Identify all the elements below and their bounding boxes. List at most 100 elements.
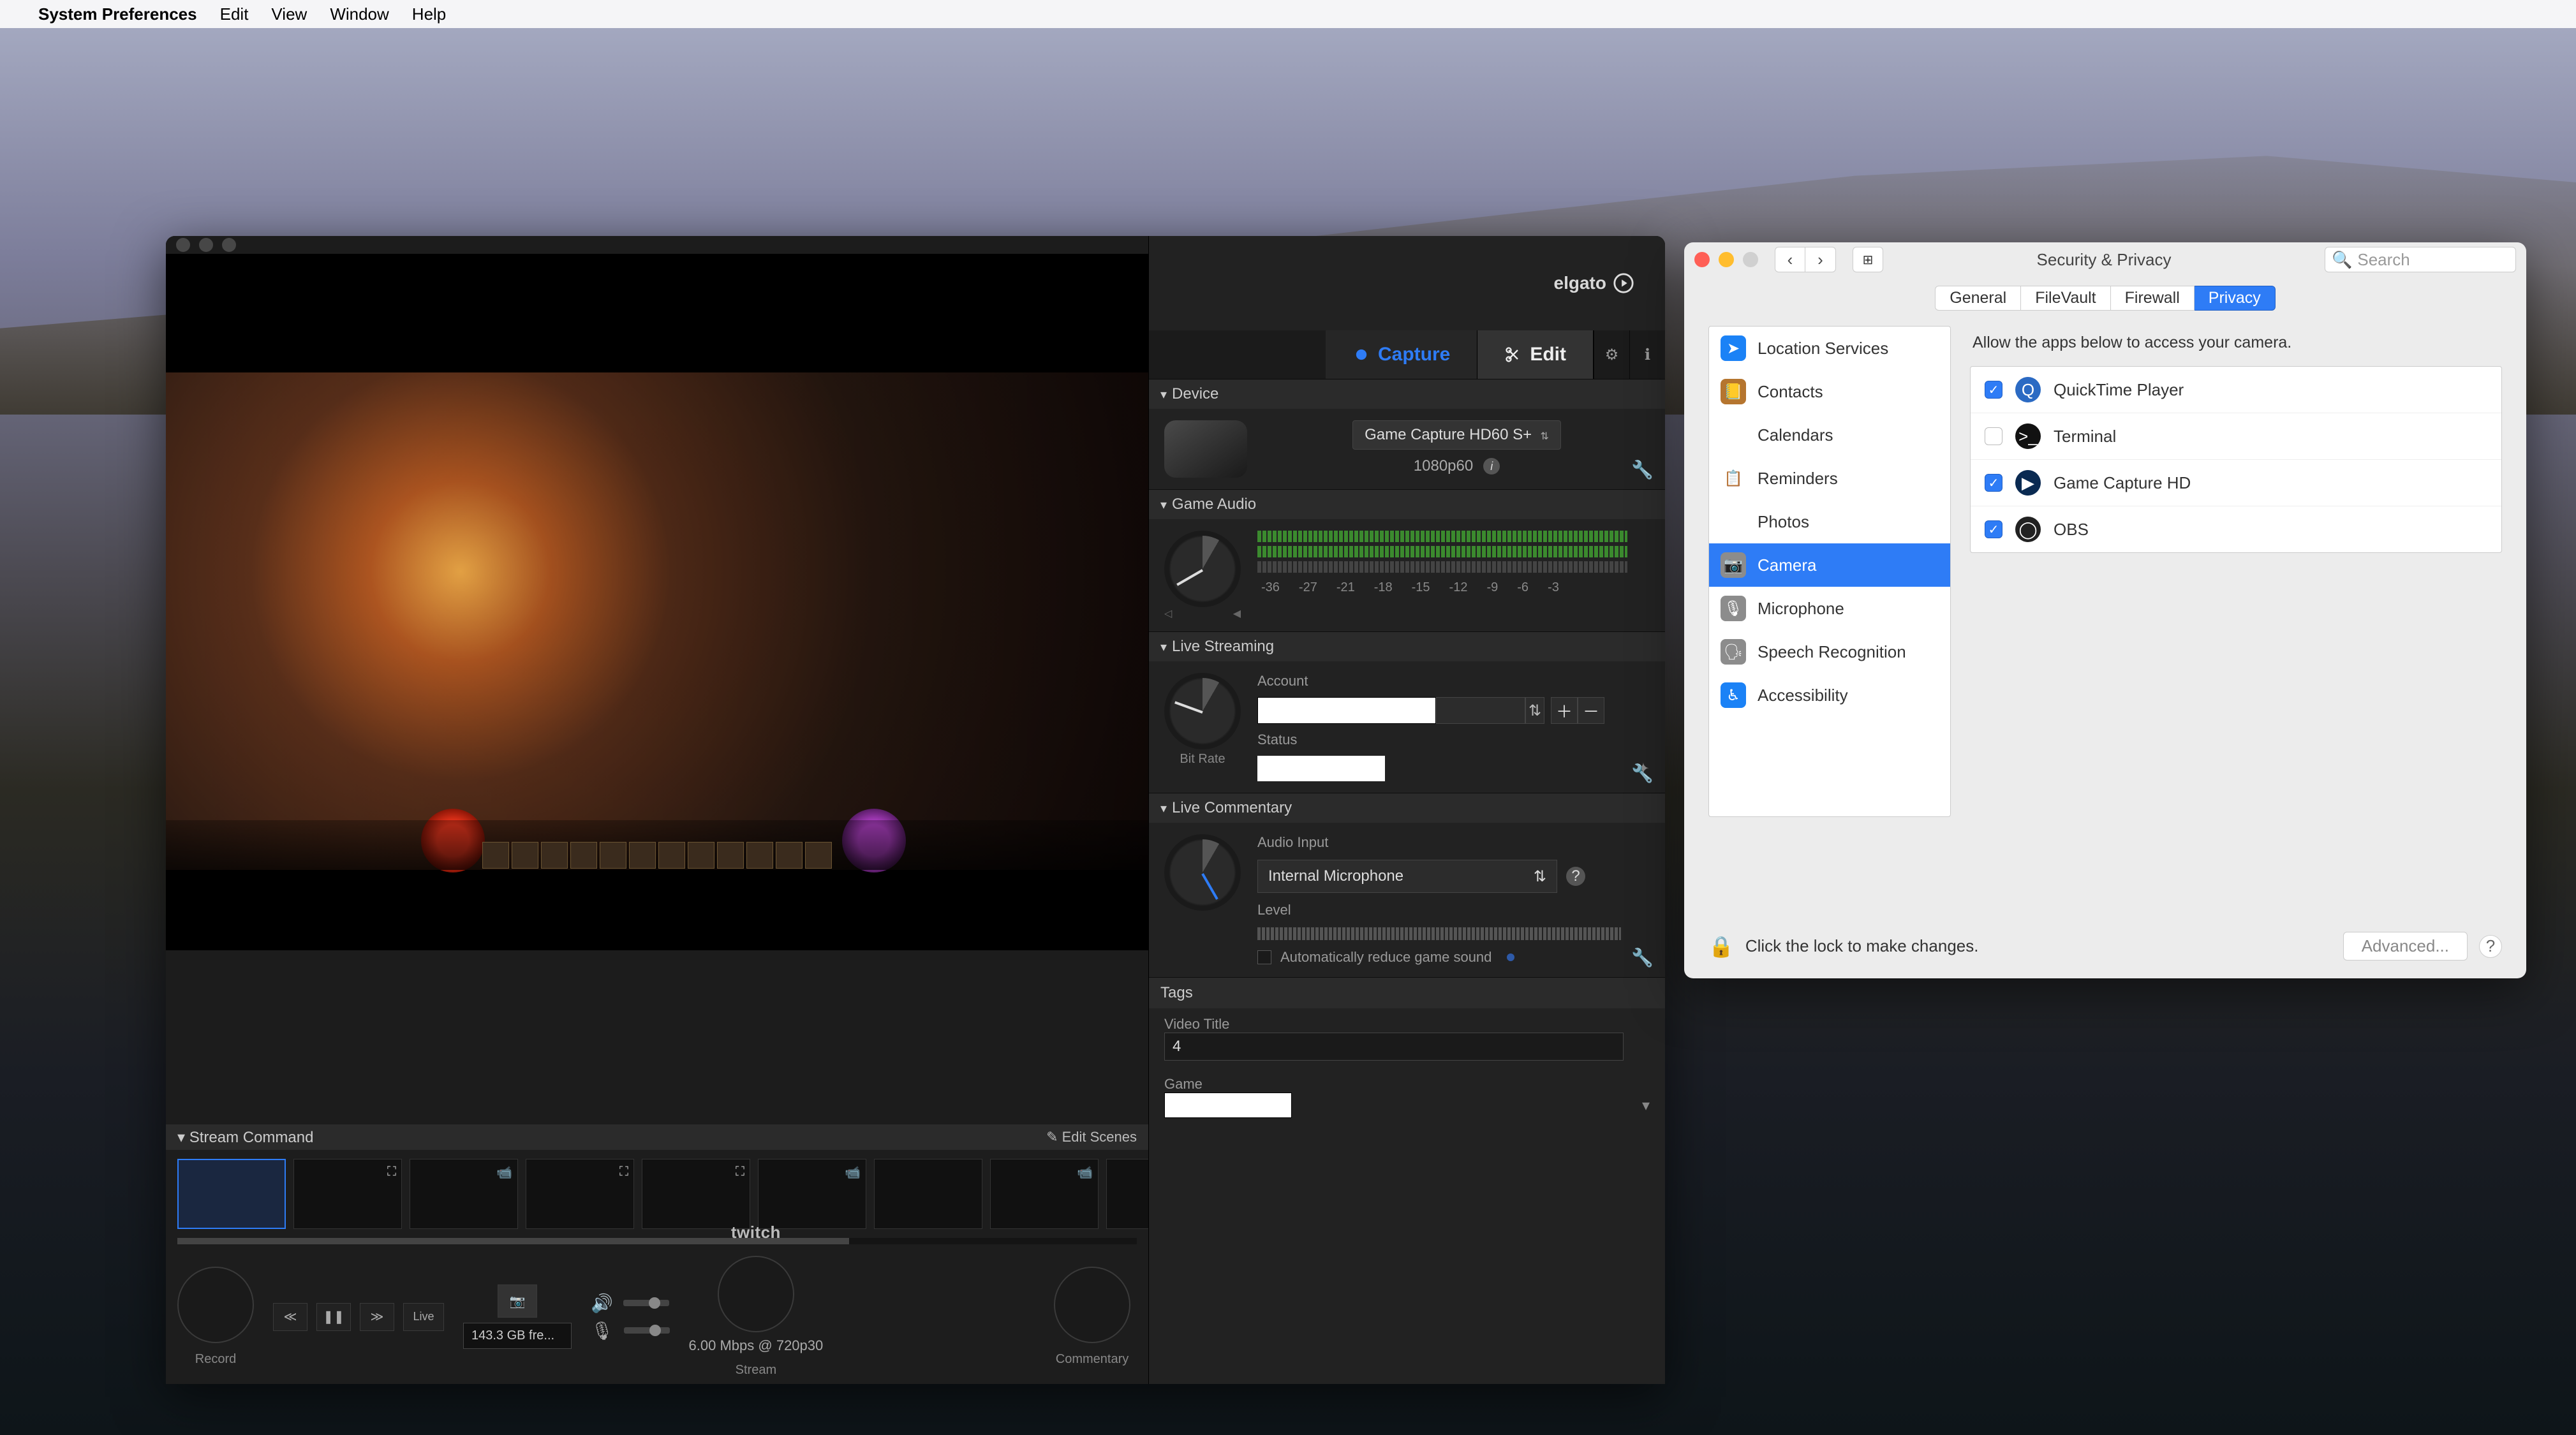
- app-label: Game Capture HD: [2054, 473, 2191, 493]
- storage-free[interactable]: 143.3 GB fre...: [463, 1323, 572, 1349]
- menubar-item-edit[interactable]: Edit: [220, 4, 249, 24]
- minimize-dot[interactable]: [199, 238, 213, 252]
- mic-slider[interactable]: [624, 1327, 670, 1334]
- help-icon[interactable]: ?: [1566, 867, 1585, 886]
- scene-2[interactable]: ⛶: [293, 1159, 402, 1229]
- chevron-down-icon[interactable]: ▾: [1642, 1096, 1650, 1115]
- audio-input-select[interactable]: Internal Microphone⇅: [1257, 860, 1557, 893]
- scene-6[interactable]: 📹: [758, 1159, 866, 1229]
- privacy-service-photos[interactable]: ✿Photos: [1709, 500, 1950, 543]
- app-icon: Q: [2015, 377, 2041, 402]
- mic-icon[interactable]: 🎙: [591, 1320, 614, 1341]
- video-title-input[interactable]: [1164, 1033, 1624, 1061]
- section-header-livecommentary[interactable]: Live Commentary: [1149, 793, 1665, 823]
- settings-gear-icon[interactable]: ⚙: [1594, 330, 1629, 379]
- info-icon[interactable]: ℹ: [1629, 330, 1665, 379]
- remove-account-button[interactable]: －: [1578, 697, 1604, 724]
- privacy-service-speech-recognition[interactable]: 🗣Speech Recognition: [1709, 630, 1950, 673]
- privacy-service-list[interactable]: ➤Location Services📒Contacts🗓Calendars📋Re…: [1708, 326, 1951, 817]
- tab-edit[interactable]: Edit: [1477, 330, 1594, 379]
- audio-meter-l: [1257, 531, 1627, 542]
- audio-db-scale: -36-27-21-18-15-12-9-6-3: [1257, 580, 1650, 595]
- scene-8[interactable]: 📹: [990, 1159, 1099, 1229]
- app-row-terminal: >_Terminal: [1971, 413, 2501, 460]
- auto-reduce-checkbox[interactable]: [1257, 950, 1271, 964]
- account-stepper[interactable]: ⇅: [1525, 697, 1544, 724]
- privacy-service-microphone[interactable]: 🎙Microphone: [1709, 587, 1950, 630]
- commentary-button[interactable]: [1054, 1267, 1130, 1343]
- close-button[interactable]: [1694, 252, 1710, 267]
- privacy-service-reminders[interactable]: 📋Reminders: [1709, 457, 1950, 500]
- capture-right-panel: elgato Capture Edit ⚙ ℹ Device: [1148, 236, 1665, 1384]
- forward-button[interactable]: ≫: [360, 1303, 394, 1331]
- prefs-search-input[interactable]: 🔍 Search: [2325, 247, 2516, 272]
- stream-command-label[interactable]: Stream Command: [189, 1129, 314, 1146]
- privacy-service-accessibility[interactable]: ♿︎Accessibility: [1709, 673, 1950, 717]
- help-button[interactable]: ?: [2479, 935, 2502, 958]
- speaker-icon[interactable]: 🔊: [591, 1293, 613, 1314]
- app-checkbox[interactable]: ✓: [1985, 381, 2002, 399]
- live-commentary-section: Live Commentary Audio Input Internal Mic…: [1149, 793, 1665, 977]
- scene-1[interactable]: [177, 1159, 286, 1229]
- section-header-tags: Tags: [1149, 978, 1665, 1008]
- scene-4[interactable]: ⛶: [526, 1159, 634, 1229]
- wrench-icon[interactable]: 🔧: [1631, 763, 1654, 784]
- show-all-button[interactable]: ⊞: [1853, 247, 1883, 272]
- tab-privacy[interactable]: Privacy: [2195, 286, 2276, 311]
- section-header-gameaudio[interactable]: Game Audio: [1149, 490, 1665, 519]
- menubar-item-window[interactable]: Window: [330, 4, 389, 24]
- tags-section: Tags Video Title Game ▾: [1149, 977, 1665, 1126]
- prefs-titlebar[interactable]: ‹ › ⊞ Security & Privacy 🔍 Search: [1684, 242, 2526, 277]
- privacy-service-calendars[interactable]: 🗓Calendars: [1709, 413, 1950, 457]
- back-button[interactable]: ‹: [1775, 247, 1805, 272]
- advanced-button[interactable]: Advanced...: [2343, 932, 2468, 960]
- game-input[interactable]: [1164, 1093, 1292, 1118]
- app-checkbox[interactable]: ✓: [1985, 520, 2002, 538]
- scene-scrollbar[interactable]: [177, 1238, 1137, 1244]
- info-icon[interactable]: i: [1483, 458, 1500, 475]
- volume-slider[interactable]: [623, 1300, 669, 1306]
- add-scene-button[interactable]: ⊕: [1106, 1159, 1148, 1229]
- tab-firewall[interactable]: Firewall: [2111, 286, 2195, 311]
- snapshot-button[interactable]: 📷: [498, 1284, 537, 1318]
- pause-button[interactable]: ❚❚: [316, 1303, 351, 1331]
- stream-button[interactable]: twitch: [718, 1256, 794, 1332]
- app-checkbox[interactable]: ✓: [1985, 474, 2002, 492]
- privacy-service-camera[interactable]: 📷Camera: [1709, 543, 1950, 587]
- edit-scenes-button[interactable]: ✎ Edit Scenes: [1046, 1129, 1137, 1145]
- scene-3[interactable]: 📹: [410, 1159, 518, 1229]
- scene-5[interactable]: ⛶: [642, 1159, 750, 1229]
- status-field[interactable]: [1257, 756, 1385, 781]
- privacy-service-location-services[interactable]: ➤Location Services: [1709, 327, 1950, 370]
- forward-button[interactable]: ›: [1805, 247, 1836, 272]
- lock-icon[interactable]: 🔒: [1708, 934, 1734, 959]
- minimize-button[interactable]: [1719, 252, 1734, 267]
- service-label: Speech Recognition: [1758, 642, 1906, 662]
- rewind-button[interactable]: ≪: [273, 1303, 307, 1331]
- menubar-item-help[interactable]: Help: [412, 4, 446, 24]
- privacy-service-contacts[interactable]: 📒Contacts: [1709, 370, 1950, 413]
- auto-reduce-label: Automatically reduce game sound: [1280, 949, 1492, 966]
- close-dot[interactable]: [176, 238, 190, 252]
- app-checkbox[interactable]: [1985, 427, 2002, 445]
- chevron-updown-icon: ⇅: [1534, 867, 1546, 886]
- device-dropdown[interactable]: Game Capture HD60 S+ ⇅: [1352, 420, 1561, 450]
- record-button[interactable]: [177, 1267, 254, 1343]
- scene-7[interactable]: [874, 1159, 982, 1229]
- wrench-icon[interactable]: 🔧: [1631, 459, 1654, 480]
- account-field[interactable]: [1257, 697, 1436, 724]
- audio-gauge[interactable]: [1164, 531, 1241, 607]
- prefs-title: Security & Privacy: [1891, 250, 2317, 270]
- section-header-livestreaming[interactable]: Live Streaming: [1149, 632, 1665, 661]
- section-header-device[interactable]: Device: [1149, 379, 1665, 409]
- menubar-app-name[interactable]: System Preferences: [38, 4, 197, 24]
- menubar-item-view[interactable]: View: [271, 4, 307, 24]
- zoom-dot[interactable]: [222, 238, 236, 252]
- tab-general[interactable]: General: [1935, 286, 2021, 311]
- add-account-button[interactable]: ＋: [1551, 697, 1578, 724]
- wrench-icon[interactable]: 🔧: [1631, 947, 1654, 968]
- go-live-button[interactable]: Live: [403, 1303, 444, 1331]
- tab-capture[interactable]: Capture: [1326, 330, 1477, 379]
- service-label: Photos: [1758, 512, 1809, 532]
- tab-filevault[interactable]: FileVault: [2021, 286, 2110, 311]
